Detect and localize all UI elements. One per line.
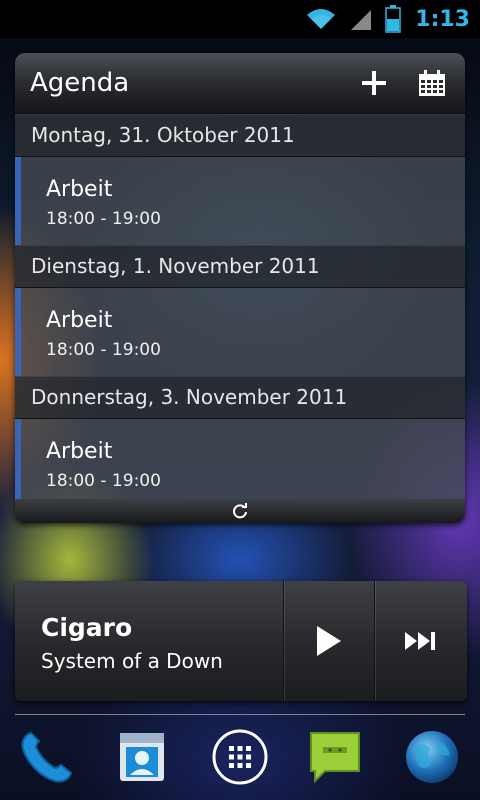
agenda-event[interactable]: Arbeit 18:00 - 19:00 [15,157,465,245]
cell-signal-icon [349,7,373,31]
app-drawer-icon [212,729,268,785]
agenda-refresh-button[interactable] [15,499,465,523]
agenda-event[interactable]: Arbeit 18:00 - 19:00 [15,288,465,376]
event-time: 18:00 - 19:00 [46,340,161,360]
dock-divider [15,714,465,715]
event-title: Arbeit [46,177,113,202]
day-header: Dienstag, 1. November 2011 [15,245,465,288]
calendar-icon [419,70,445,96]
now-playing-info[interactable]: Cigaro System of a Down [15,581,283,701]
play-button[interactable] [284,581,374,701]
day-header: Montag, 31. Oktober 2011 [15,114,465,157]
agenda-header: Agenda [15,53,465,114]
play-icon [317,626,341,656]
track-title: Cigaro [41,613,133,642]
add-icon [362,71,386,95]
app-drawer-button[interactable] [210,727,270,787]
phone-icon [21,731,73,783]
event-time: 18:00 - 19:00 [46,209,161,229]
messaging-app[interactable] [305,727,365,787]
open-calendar-button[interactable] [407,58,457,108]
agenda-widget: Agenda Montag, 31. Oktober 2011 Arbeit 1… [15,53,465,523]
next-track-icon [405,632,435,650]
refresh-icon [233,503,247,519]
messaging-icon [310,732,360,784]
agenda-title[interactable]: Agenda [30,68,349,98]
music-widget: Cigaro System of a Down [15,581,467,701]
contacts-app[interactable] [112,727,172,787]
add-event-button[interactable] [349,58,399,108]
day-header: Donnerstag, 3. November 2011 [15,376,465,419]
status-bar: 1:13 [0,0,480,38]
contacts-icon [120,733,164,781]
battery-icon [385,5,402,33]
wifi-icon [305,7,337,31]
agenda-event[interactable]: Arbeit 18:00 - 19:00 [15,419,465,507]
browser-icon [406,731,458,783]
event-time: 18:00 - 19:00 [46,471,161,491]
status-clock: 1:13 [415,6,470,32]
event-title: Arbeit [46,439,113,464]
next-track-button[interactable] [375,581,467,701]
browser-app[interactable] [402,727,462,787]
phone-app[interactable] [17,727,77,787]
event-title: Arbeit [46,308,113,333]
track-artist: System of a Down [41,649,223,673]
